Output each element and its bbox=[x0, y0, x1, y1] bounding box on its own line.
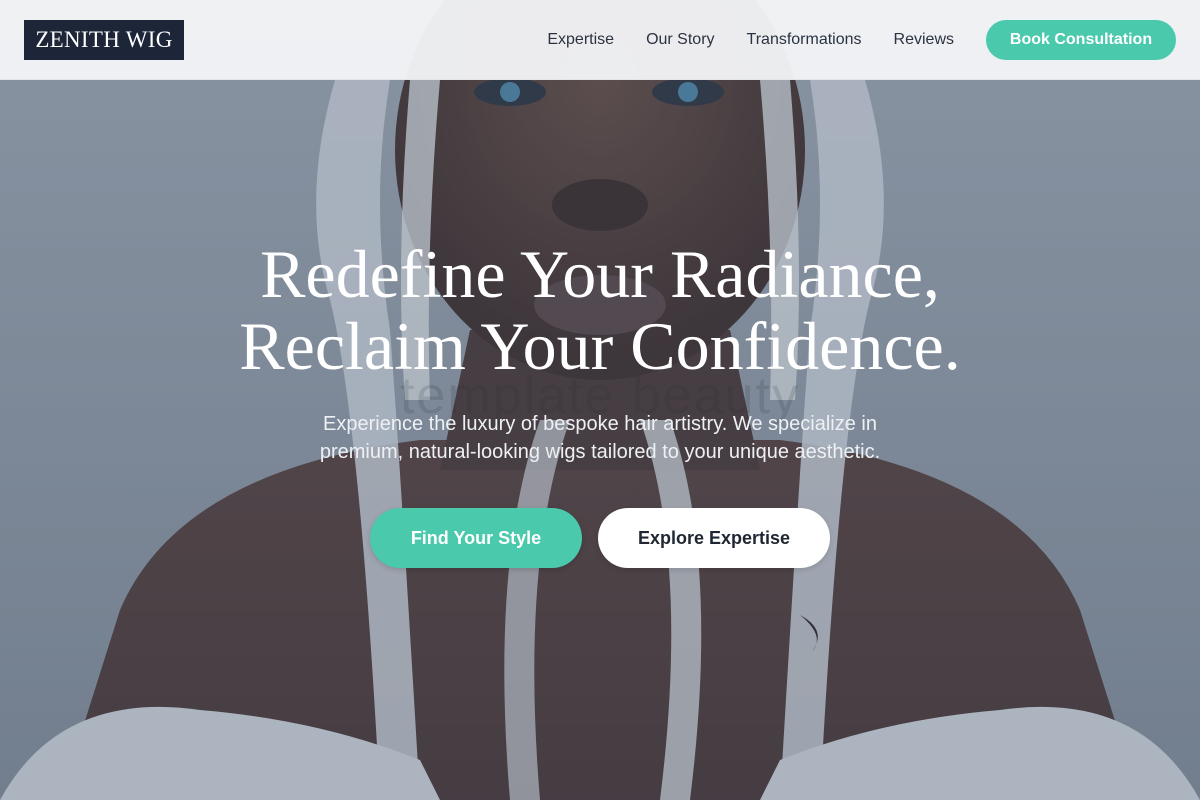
hero-headline: Redefine Your Radiance, Reclaim Your Con… bbox=[239, 238, 960, 382]
brand-logo[interactable]: ZENITH WIG bbox=[24, 19, 184, 60]
find-your-style-button[interactable]: Find Your Style bbox=[370, 508, 582, 568]
hero-subtext: Experience the luxury of bespoke hair ar… bbox=[319, 413, 881, 463]
explore-expertise-button[interactable]: Explore Expertise bbox=[598, 508, 830, 568]
hero-content: Redefine Your Radiance, Reclaim Your Con… bbox=[0, 238, 1200, 568]
nav-link-transformations[interactable]: Transformations bbox=[747, 31, 862, 49]
book-consultation-button[interactable]: Book Consultation bbox=[986, 19, 1176, 60]
main-nav: Expertise Our Story Transformations Revi… bbox=[547, 31, 954, 49]
nav-link-reviews[interactable]: Reviews bbox=[894, 31, 954, 49]
nav-link-our-story[interactable]: Our Story bbox=[646, 31, 714, 49]
hero-headline-line-1: Redefine Your Radiance, bbox=[260, 236, 940, 312]
site-header: ZENITH WIG Expertise Our Story Transform… bbox=[0, 0, 1200, 80]
nav-right: Expertise Our Story Transformations Revi… bbox=[547, 19, 1176, 60]
hero-cta-row: Find Your Style Explore Expertise bbox=[370, 508, 830, 568]
nav-link-expertise[interactable]: Expertise bbox=[547, 31, 614, 49]
